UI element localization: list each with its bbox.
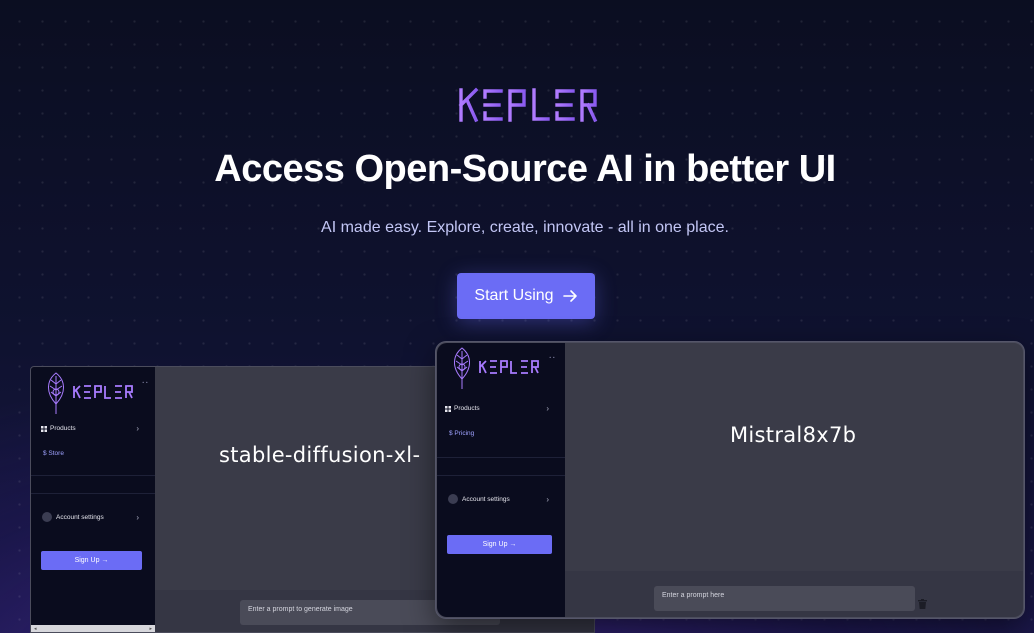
- sidebar-item-account-settings[interactable]: Account settings ›: [42, 512, 155, 522]
- products-label: Products: [50, 425, 76, 432]
- sidebar-item-pricing[interactable]: $ Pricing: [449, 430, 474, 437]
- products-label: Products: [454, 405, 480, 412]
- sidebar-divider: [31, 493, 155, 494]
- prompt-input[interactable]: Enter a prompt here: [654, 586, 915, 611]
- chevron-right-icon: ›: [546, 494, 549, 504]
- sidebar-divider: [437, 457, 565, 458]
- hero-subtitle: AI made easy. Explore, create, innovate …: [321, 219, 729, 236]
- preview-sidebar: • • Products › $ Store Account settings …: [31, 367, 155, 632]
- start-using-button[interactable]: Start Using: [457, 273, 595, 319]
- chevron-right-icon: ›: [136, 424, 139, 433]
- sidebar-item-account-settings[interactable]: Account settings ›: [448, 494, 565, 504]
- sidebar-item-store[interactable]: $ Store: [43, 450, 64, 457]
- sidebar-divider: [437, 475, 565, 476]
- scroll-left-icon: ◂: [34, 625, 37, 632]
- arrow-right-icon: [562, 290, 577, 302]
- chevron-right-icon: ›: [136, 512, 139, 522]
- horizontal-scrollbar[interactable]: ◂ ▸: [31, 625, 155, 632]
- sidebar-divider: [31, 475, 155, 476]
- sidebar-item-products[interactable]: Products ›: [41, 424, 155, 433]
- model-title: Mistral8x7b: [730, 423, 857, 447]
- scroll-right-icon: ▸: [149, 625, 152, 632]
- sidebar-item-products[interactable]: Products ›: [445, 404, 565, 413]
- avatar: [448, 494, 458, 504]
- grid-icon: [41, 425, 47, 432]
- trash-icon[interactable]: [918, 599, 927, 609]
- kepler-logo: [458, 87, 598, 123]
- sign-up-button[interactable]: Sign Up →: [447, 535, 552, 554]
- start-using-label: Start Using: [474, 287, 554, 304]
- kepler-leaf-logo: • •: [454, 347, 555, 389]
- sign-up-button[interactable]: Sign Up →: [41, 551, 142, 570]
- account-settings-label: Account settings: [56, 513, 104, 521]
- model-title: stable-diffusion-xl-: [219, 443, 421, 467]
- svg-text:• •: • •: [549, 355, 555, 360]
- preview-sidebar: • • Products › $ Pricing Account setting…: [437, 343, 565, 617]
- svg-text:• •: • •: [142, 380, 148, 385]
- kepler-leaf-logo: • •: [48, 372, 148, 414]
- avatar: [42, 512, 52, 522]
- account-settings-label: Account settings: [462, 495, 510, 503]
- preview-window-mistral: • • Products › $ Pricing Account setting…: [436, 342, 1024, 618]
- chevron-right-icon: ›: [546, 404, 549, 413]
- grid-icon: [445, 405, 451, 412]
- hero-title: Access Open-Source AI in better UI: [214, 148, 836, 190]
